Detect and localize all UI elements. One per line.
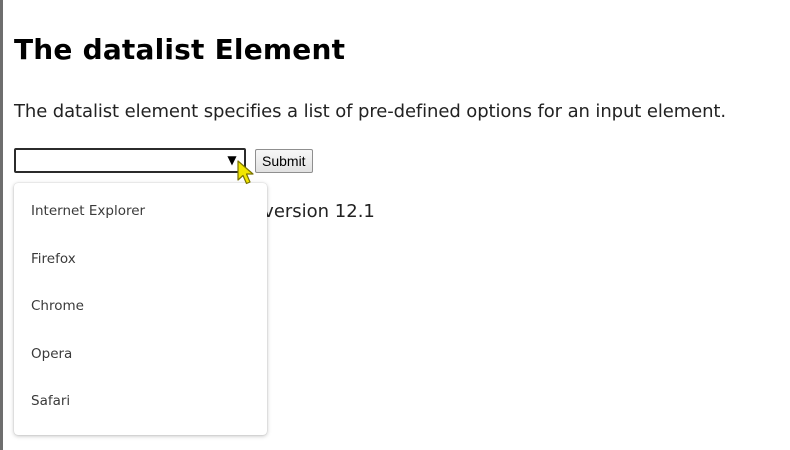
datalist-dropdown: Internet Explorer Firefox Chrome Opera S… <box>14 183 267 435</box>
datalist-option-opera[interactable]: Opera <box>14 331 267 379</box>
datalist-option-safari[interactable]: Safari <box>14 378 267 426</box>
browser-input[interactable] <box>18 151 218 170</box>
submit-button[interactable]: Submit <box>255 149 313 173</box>
page-description: The datalist element specifies a list of… <box>14 101 727 122</box>
browser-input-field[interactable]: ▼ <box>14 148 246 173</box>
page-left-border <box>0 0 3 450</box>
mouse-pointer-icon <box>237 160 254 185</box>
datalist-option-internet-explorer[interactable]: Internet Explorer <box>14 188 267 236</box>
datalist-option-firefox[interactable]: Firefox <box>14 236 267 284</box>
datalist-option-chrome[interactable]: Chrome <box>14 283 267 331</box>
page-heading: The datalist Element <box>14 33 346 66</box>
